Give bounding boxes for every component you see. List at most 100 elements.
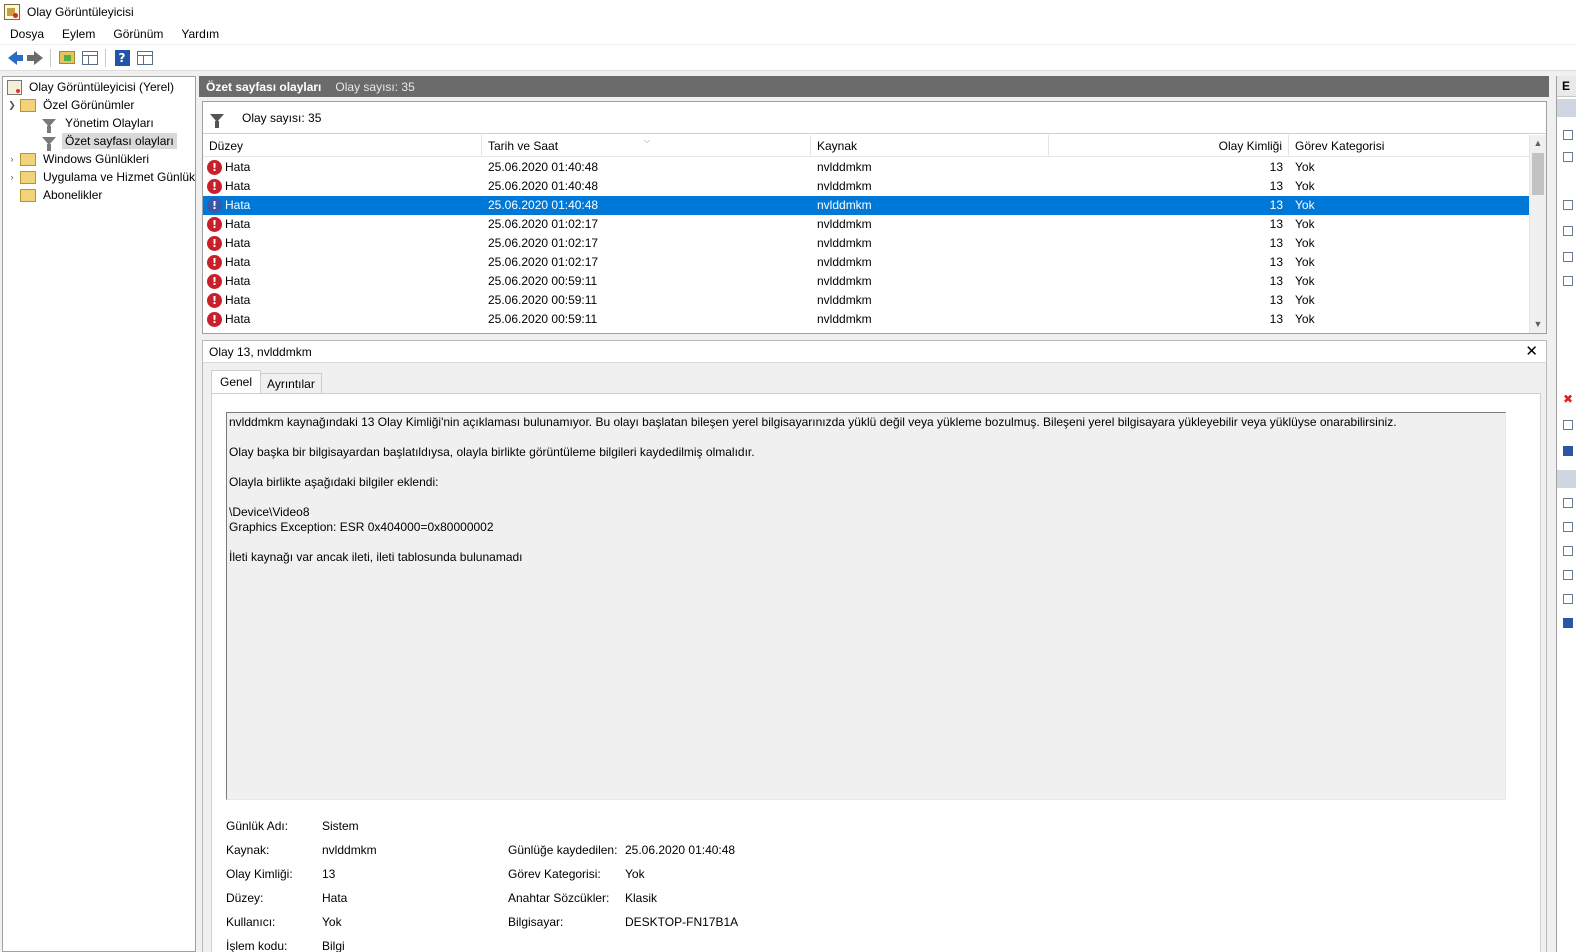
folder-icon [20,152,36,166]
forward-button[interactable] [24,47,46,69]
help-action-icon[interactable] [1563,446,1573,456]
column-header-source[interactable]: Kaynak [811,135,1049,157]
tree-node-app-service-logs[interactable]: › Uygulama ve Hizmet Günlükleri [7,168,196,186]
actions-header: E [1557,76,1576,97]
event-id-cell: 13 [1269,217,1283,231]
tree-node-windows-logs[interactable]: › Windows Günlükleri [7,150,152,168]
tree-node-label: Özel Görünümler [43,98,135,112]
general-tab-body: nvlddmkm kaynağındaki 13 Olay Kimliği'ni… [211,393,1541,952]
table-row[interactable]: ! Hata 25.06.2020 00:59:11 nvlddmkm 13 Yok [203,310,1530,329]
tree-node-subscriptions[interactable]: Abonelikler [20,186,105,204]
menu-file[interactable]: Dosya [0,24,52,44]
help-icon: ? [114,49,130,66]
event-id-cell: 13 [1269,274,1283,288]
column-header-level[interactable]: Düzey [203,135,482,157]
tree-node-admin-events[interactable]: Yönetim Olayları [41,114,157,133]
subscriptions-icon [20,188,36,202]
event-properties-action-icon[interactable] [1563,498,1573,508]
tree-node-label: Olay Görüntüleyicisi (Yerel) [29,80,174,94]
help-action-icon[interactable] [1563,618,1573,628]
properties-action-icon[interactable] [1563,226,1573,236]
event-description[interactable]: nvlddmkm kaynağındaki 13 Olay Kimliği'ni… [226,412,1506,800]
back-button[interactable] [1,47,23,69]
computer-label: Bilgisayar: [508,915,564,929]
table-row[interactable]: ! Hata 25.06.2020 01:40:48 nvlddmkm 13 Yok [203,177,1530,196]
actions-section-header[interactable] [1557,99,1576,117]
scroll-down-arrow-icon[interactable]: ▼ [1530,316,1546,333]
error-icon: ! [207,217,222,232]
scroll-thumb[interactable] [1532,153,1544,195]
save-action-icon[interactable] [1563,276,1573,286]
table-row[interactable]: ! Hata 25.06.2020 01:40:48 nvlddmkm 13 Yok [203,158,1530,177]
source-cell: nvlddmkm [817,274,872,288]
menu-bar: Dosya Eylem Görünüm Yardım [0,24,1576,44]
copy-action-icon[interactable] [1563,546,1573,556]
results-title: Özet sayfası olayları [206,79,322,94]
show-hide-action-pane-button[interactable] [134,47,156,69]
error-icon: ! [207,236,222,251]
tab-general[interactable]: Genel [211,370,262,393]
source-value: nvlddmkm [322,843,377,857]
opcode-value: Bilgi [322,939,345,952]
source-cell: nvlddmkm [817,255,872,269]
event-rows: ! Hata 25.06.2020 01:40:48 nvlddmkm 13 Yok! Ha… [203,158,1530,333]
table-row[interactable]: ! Hata 25.06.2020 01:02:17 nvlddmkm 13 Yok [203,215,1530,234]
expand-chevron-down-icon[interactable]: ❯ [7,100,17,111]
level-value: Hata [322,891,348,905]
attach-task-action-icon[interactable] [1563,522,1573,532]
column-header-category[interactable]: Görev Kategorisi [1289,135,1530,157]
computer-value: DESKTOP-FN17B1A [625,915,739,929]
help-button[interactable]: ? [111,47,133,69]
datetime-cell: 25.06.2020 01:02:17 [488,255,599,269]
close-icon[interactable]: ✕ [1525,341,1538,362]
filter-action-icon[interactable] [1563,200,1573,210]
create-view-action-icon[interactable] [1563,152,1573,162]
tree-node-label: Yönetim Olayları [65,116,154,130]
save-events-action-icon[interactable] [1563,570,1573,580]
source-cell: nvlddmkm [817,312,872,326]
table-row[interactable]: ! Hata 25.06.2020 00:59:11 nvlddmkm 13 Yok [203,291,1530,310]
table-row[interactable]: ! Hata 25.06.2020 01:02:17 nvlddmkm 13 Yok [203,234,1530,253]
event-id-cell: 13 [1269,179,1283,193]
tab-details[interactable]: Ayrıntılar [260,373,322,393]
toolbar-separator [105,48,106,67]
level-text: Hata [225,160,251,174]
datetime-cell: 25.06.2020 01:40:48 [488,179,599,193]
open-log-action-icon[interactable] [1563,130,1573,140]
scroll-up-arrow-icon[interactable]: ▲ [1530,135,1546,152]
tree-node-custom-views[interactable]: ❯ Özel Görünümler [7,96,137,114]
menu-view[interactable]: Görünüm [103,24,171,44]
actions-section-header[interactable] [1557,470,1576,488]
category-cell: Yok [1295,293,1315,307]
table-row[interactable]: ! Hata 25.06.2020 01:02:17 nvlddmkm 13 Yok [203,253,1530,272]
datetime-cell: 25.06.2020 00:59:11 [488,312,598,326]
level-text: Hata [225,236,251,250]
logged-value: 25.06.2020 01:40:48 [625,843,736,857]
find-action-icon[interactable] [1563,252,1573,262]
column-header-datetime[interactable]: Tarih ve Saat ⌵ [482,135,811,157]
console-tree: Olay Görüntüleyicisi (Yerel) ❯ Özel Görü… [2,76,196,952]
event-list-scrollbar[interactable]: ▲ ▼ [1529,135,1546,333]
source-cell: nvlddmkm [817,160,872,174]
menu-action[interactable]: Eylem [52,24,103,44]
refresh-action-icon[interactable] [1563,594,1573,604]
delete-action-icon[interactable]: ✖ [1563,393,1573,405]
menu-help[interactable]: Yardım [171,24,227,44]
event-id-cell: 13 [1269,255,1283,269]
expand-chevron-right-icon[interactable]: › [7,154,17,164]
tree-node-root[interactable]: Olay Görüntüleyicisi (Yerel) [7,78,177,96]
description-line: Graphics Exception: ESR 0x404000=0x80000… [229,520,494,534]
tree-node-summary-events[interactable]: Özet sayfası olayları [41,132,177,151]
column-header-event-id[interactable]: Olay Kimliği [1049,135,1289,157]
expand-chevron-right-icon[interactable]: › [7,172,17,182]
results-pane: Özet sayfası olayları Olay sayısı: 35 Ol… [199,76,1549,952]
filter-icon [42,137,56,151]
open-saved-log-button[interactable] [56,47,78,69]
table-row[interactable]: ! Hata 25.06.2020 00:59:11 nvlddmkm 13 Yok [203,272,1530,291]
table-row[interactable]: ! Hata 25.06.2020 01:40:48 nvlddmkm 13 Yok [203,196,1530,215]
description-line: İleti kaynağı var ancak ileti, ileti tab… [229,550,523,564]
show-hide-console-tree-button[interactable] [79,47,101,69]
level-cell: ! Hata [203,272,482,291]
filter-icon [42,119,56,133]
rename-action-icon[interactable] [1563,420,1573,430]
